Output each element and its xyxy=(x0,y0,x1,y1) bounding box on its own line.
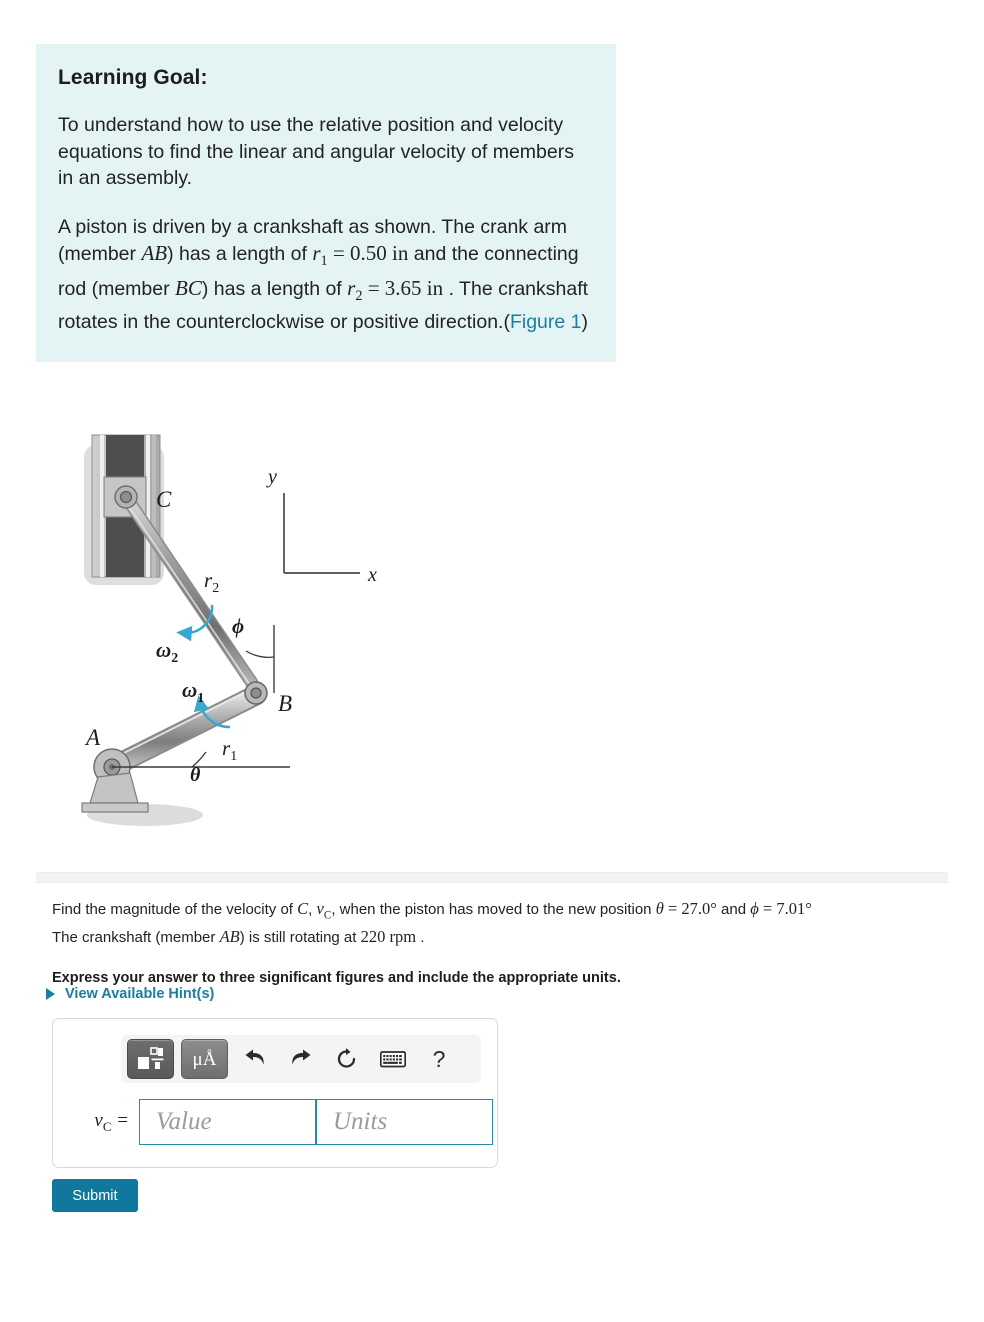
redo-button[interactable] xyxy=(281,1040,321,1078)
connecting-rod-bc xyxy=(119,490,259,690)
keyboard-icon xyxy=(380,1050,406,1067)
answer-variable-letter: v xyxy=(94,1109,103,1131)
math-template-icon xyxy=(138,1047,164,1069)
learning-goal-paragraph-1: To understand how to use the relative po… xyxy=(58,114,574,189)
label-A: A xyxy=(84,725,101,750)
label-omega2: ω2 xyxy=(156,638,178,666)
chevron-right-icon xyxy=(46,988,55,1000)
member-ab-symbol: AB xyxy=(141,241,168,265)
question-text-segment: The crankshaft (member xyxy=(52,929,220,947)
label-B: B xyxy=(278,691,292,716)
goal-text-segment: ) xyxy=(581,311,589,334)
redo-arrow-icon xyxy=(292,1049,311,1065)
phi-value: = 7.01° xyxy=(758,899,812,918)
r1-value: = 0.50 in xyxy=(327,241,409,265)
question-text-segment: . xyxy=(416,929,425,947)
phi-symbol: ϕ xyxy=(750,899,759,918)
figure-1-link[interactable]: Figure 1 xyxy=(510,311,582,333)
point-c-symbol: C xyxy=(297,899,309,918)
vc-letter: v xyxy=(316,899,324,918)
question-text-segment: ) is still rotating at xyxy=(239,929,361,947)
label-axis-x: x xyxy=(367,564,377,586)
member-ab-symbol-2: AB xyxy=(219,927,240,947)
answer-field-row: vC = Value Units xyxy=(67,1099,493,1145)
answer-instruction: Express your answer to three significant… xyxy=(52,970,621,987)
rpm-value: 220 rpm xyxy=(360,927,417,947)
question-text-segment: , xyxy=(308,901,317,918)
math-template-button[interactable] xyxy=(127,1039,174,1079)
answer-variable-label: vC = xyxy=(67,1110,139,1135)
r2-symbol: r2 xyxy=(347,276,362,304)
answer-input-box: μÅ ? vC = Value Units xyxy=(52,1018,498,1168)
submit-button[interactable]: Submit xyxy=(52,1179,138,1212)
pin-joint-c xyxy=(114,485,138,509)
question-block: Find the magnitude of the velocity of C,… xyxy=(52,898,952,986)
goal-text-segment: ) has a length of xyxy=(167,243,313,265)
value-placeholder: Value xyxy=(156,1108,212,1135)
vc-symbol: vC xyxy=(316,899,332,921)
phi-angle-arc xyxy=(245,650,275,658)
reset-circular-arrow-icon xyxy=(337,1048,356,1068)
r1-subscript: 1 xyxy=(320,253,328,270)
undo-arrow-icon xyxy=(245,1049,264,1065)
figure-svg: C B A r2 r1 ω2 ω1 ϕ θ y x xyxy=(81,434,377,826)
units-input[interactable]: Units xyxy=(316,1099,493,1145)
label-r2: r2 xyxy=(204,568,219,596)
question-text-segment: and xyxy=(716,901,751,918)
learning-goal-paragraph-2: A piston is driven by a crankshaft as sh… xyxy=(58,214,590,336)
coordinate-axes xyxy=(283,493,360,574)
question-line-1: Find the magnitude of the velocity of C,… xyxy=(52,898,952,926)
units-palette-button[interactable]: μÅ xyxy=(181,1039,228,1079)
value-input[interactable]: Value xyxy=(139,1099,316,1145)
r2-value: = 3.65 in xyxy=(362,275,444,300)
keyboard-button[interactable] xyxy=(373,1040,413,1078)
question-text-segment: , when the piston has moved to the new p… xyxy=(331,901,656,918)
section-divider xyxy=(36,872,948,883)
label-theta: θ xyxy=(190,764,201,786)
question-line-2: The crankshaft (member AB) is still rota… xyxy=(52,926,952,948)
theta-symbol: θ xyxy=(655,899,664,918)
crankshaft-piston-figure: C B A r2 r1 ω2 ω1 ϕ θ y x xyxy=(60,425,460,855)
units-palette-label: μÅ xyxy=(192,1048,217,1070)
theta-value: = 27.0° xyxy=(663,899,717,918)
goal-text-segment: ) has a length of xyxy=(201,277,348,300)
r1-letter: r xyxy=(312,241,321,265)
label-omega1: ω1 xyxy=(182,678,204,706)
undo-button[interactable] xyxy=(235,1040,275,1078)
answer-equals-sign: = xyxy=(111,1109,129,1131)
label-phi: ϕ xyxy=(232,614,244,638)
view-hints-toggle[interactable]: View Available Hint(s) xyxy=(46,986,214,1002)
help-button[interactable]: ? xyxy=(419,1040,459,1078)
r1-symbol: r1 xyxy=(312,241,327,269)
learning-goal-panel: Learning Goal: To understand how to use … xyxy=(36,44,616,362)
view-hints-label: View Available Hint(s) xyxy=(65,986,215,1002)
label-r1: r1 xyxy=(222,736,237,764)
reset-button[interactable] xyxy=(327,1040,367,1078)
pin-joint-b xyxy=(244,681,268,705)
math-toolbar: μÅ ? xyxy=(121,1035,481,1083)
member-bc-symbol: BC xyxy=(175,275,202,300)
question-text-segment: Find the magnitude of the velocity of xyxy=(52,901,298,918)
units-placeholder: Units xyxy=(333,1108,388,1135)
label-C: C xyxy=(156,487,172,512)
label-axis-y: y xyxy=(266,466,277,488)
learning-goal-title: Learning Goal: xyxy=(58,66,208,89)
